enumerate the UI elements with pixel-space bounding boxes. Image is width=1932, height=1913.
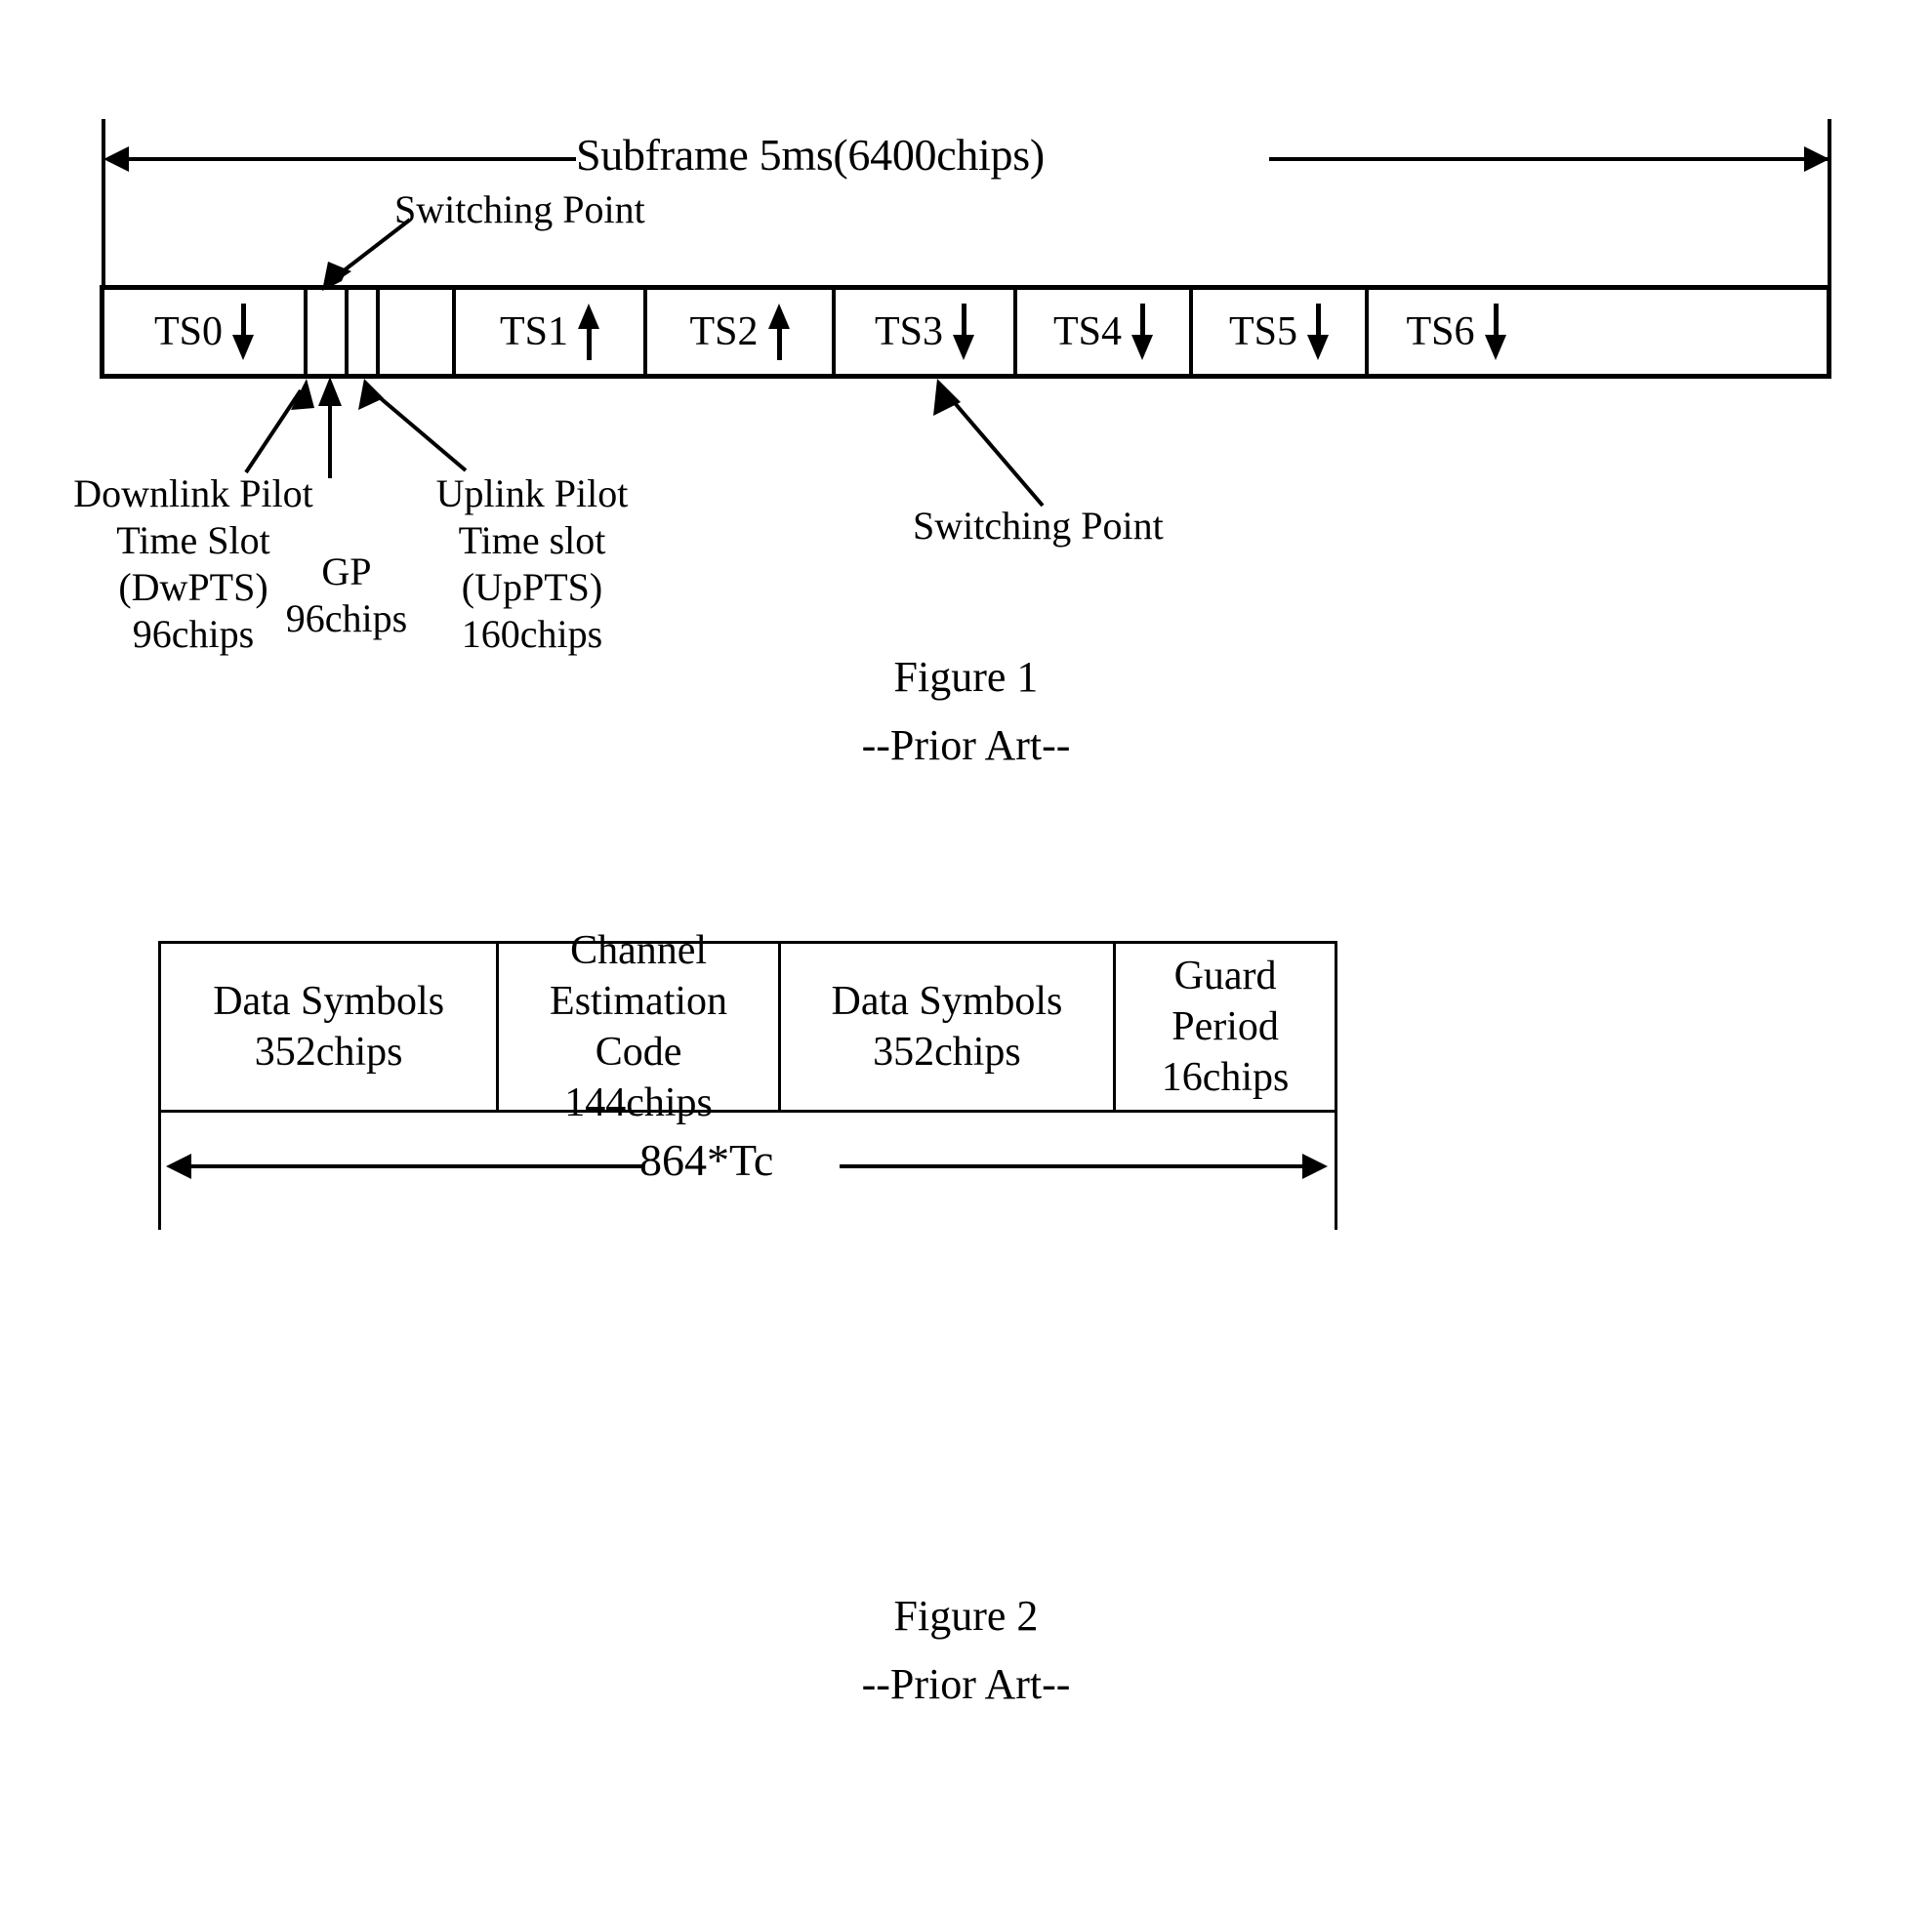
burst-arrowhead-right-icon [1302, 1154, 1328, 1179]
burst-cell-data-symbols-2[interactable]: Data Symbols 352chips [781, 944, 1117, 1110]
burst-cell-data-symbols-1[interactable]: Data Symbols 352chips [161, 944, 500, 1110]
burst-cell-channel-estimation-code[interactable]: Channel Estimation Code 144chips [499, 928, 781, 1125]
burst-cell-guard-period[interactable]: Guard Period 16chips [1116, 944, 1335, 1110]
burst-structure-bar: Data Symbols 352chips Channel Estimation C… [158, 928, 1337, 1125]
figure-2-prior-art: --Prior Art-- [861, 1660, 1071, 1708]
burst-dimension-rail-left [158, 1113, 161, 1230]
figure-2-caption: Figure 2 [893, 1592, 1039, 1640]
burst-arrowhead-left-icon [166, 1154, 191, 1179]
burst-dimension-rail-right [1335, 1113, 1337, 1230]
burst-dimension-label: 864*Tc [639, 1135, 774, 1185]
burst-dimension-line-left [185, 1164, 644, 1168]
burst-dimension-line-right [840, 1164, 1308, 1168]
figure-2: Data Symbols 352chips Channel Estimation C… [0, 0, 1932, 1913]
